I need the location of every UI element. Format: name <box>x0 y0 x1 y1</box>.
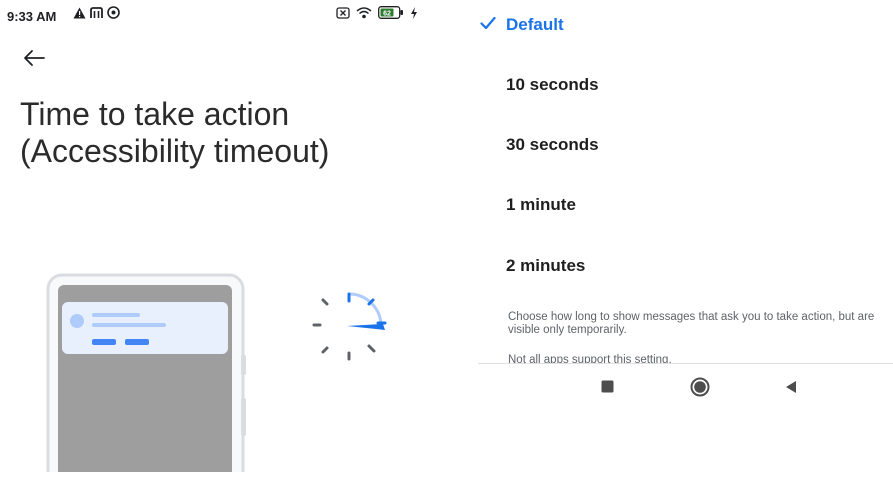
back-arrow-icon <box>22 48 46 73</box>
option-label: 10 seconds <box>506 75 599 94</box>
option-label: Default <box>506 15 564 34</box>
navigation-bar <box>478 364 893 412</box>
no-sim-icon <box>336 6 350 24</box>
carrier-icon <box>90 6 103 24</box>
battery-level-text: 62 <box>383 11 391 18</box>
option-default[interactable]: Default <box>478 3 893 43</box>
timer-icon <box>312 292 387 361</box>
option-2-minutes[interactable]: 2 minutes <box>478 244 893 284</box>
battery-icon: 62 <box>378 6 404 24</box>
checkmark-icon <box>480 16 496 30</box>
option-description: Choose how long to show messages that as… <box>508 311 875 336</box>
option-30-seconds[interactable]: 30 seconds <box>478 123 893 163</box>
system-back-button[interactable] <box>778 376 804 402</box>
home-button[interactable] <box>687 376 713 402</box>
option-label: 2 minutes <box>506 256 586 275</box>
recents-button[interactable] <box>594 376 620 402</box>
warning-icon <box>73 6 86 24</box>
page-title: Time to take action (Accessibility timeo… <box>20 96 330 169</box>
cast-icon <box>107 6 120 24</box>
timeout-illustration <box>40 270 400 477</box>
support-note: Not all apps support this setting. <box>508 354 672 363</box>
status-right-icons: 62 <box>336 6 418 24</box>
back-button[interactable] <box>18 44 50 76</box>
recents-square-icon <box>601 380 614 398</box>
charging-icon <box>410 6 418 24</box>
option-label: 30 seconds <box>506 135 599 154</box>
option-label: 1 minute <box>506 195 576 214</box>
option-1-minute[interactable]: 1 minute <box>478 183 893 223</box>
notification-card <box>62 302 228 354</box>
status-left-icons <box>73 6 120 24</box>
home-circle-icon <box>690 377 710 402</box>
phone-illustration <box>46 273 387 477</box>
status-bar: 9:33 AM 62 <box>0 0 440 34</box>
wifi-icon <box>356 6 372 24</box>
option-10-seconds[interactable]: 10 seconds <box>478 63 893 103</box>
back-triangle-icon <box>785 380 797 399</box>
status-time: 9:33 AM <box>7 9 57 24</box>
